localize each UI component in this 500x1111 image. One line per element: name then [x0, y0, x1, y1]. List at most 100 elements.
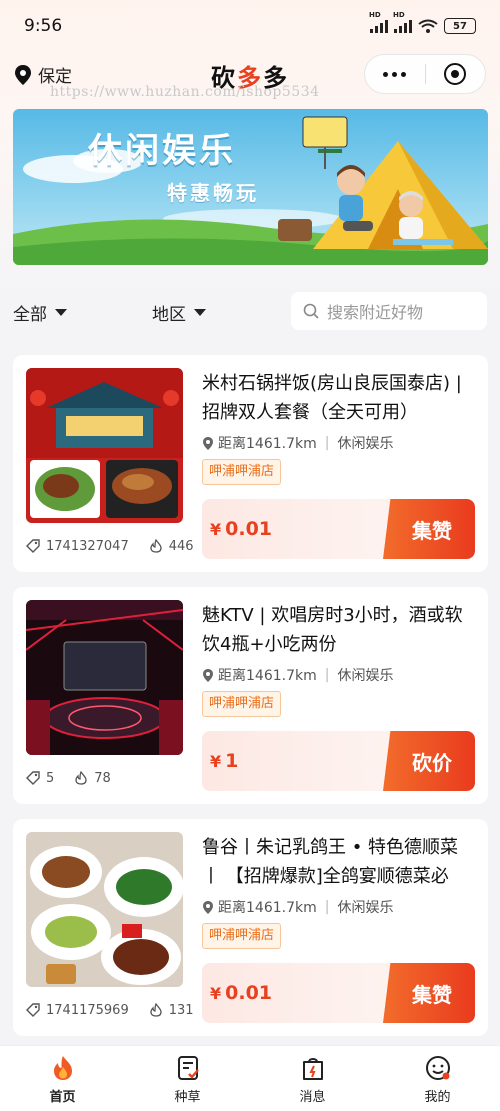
deal-card[interactable]: 鲁谷丨朱记乳鸽王 • 特色德顺菜 丨 【招牌爆款]全鸽宴顺德菜必 距离1461.…: [13, 819, 488, 1036]
wifi-icon: [418, 19, 438, 33]
deal-meta: 距离1461.7km | 休闲娱乐: [202, 433, 393, 453]
deal-category: 休闲娱乐: [337, 900, 394, 916]
signal-hd-label-2: HD: [393, 11, 405, 19]
stat-hot: 446: [149, 539, 194, 554]
bottom-tab-bar: 首页 种草 消息 我的: [0, 1045, 500, 1111]
stat-hot: 131: [149, 1003, 194, 1018]
location-pin-icon: [203, 668, 213, 682]
price-tag-icon: [26, 771, 40, 785]
target-circle-icon: [444, 63, 467, 85]
deal-price: ¥0.01: [210, 963, 272, 1023]
stat-hot-value: 131: [168, 1002, 194, 1018]
search-box[interactable]: 搜索附近好物: [291, 292, 487, 330]
status-icons: HD HD 57: [369, 11, 476, 34]
meta-divider: |: [324, 667, 330, 683]
price-tag-icon: [26, 539, 40, 553]
filter-bar: 全部 地区 搜索附近好物: [0, 290, 500, 334]
store-tag[interactable]: 呷浦呷浦店: [202, 923, 282, 949]
bargain-button[interactable]: 砍价: [383, 731, 475, 791]
collect-likes-button[interactable]: 集赞: [383, 499, 475, 559]
deal-card[interactable]: 魅KTV | 欢唱房时3小时，酒或软饮4瓶+小吃两份 距离1461.7km | …: [13, 587, 488, 804]
collect-likes-button[interactable]: 集赞: [383, 963, 475, 1023]
miniapp-capsule: [364, 54, 486, 94]
deal-price: ¥1: [210, 731, 238, 791]
filter-all-label: 全部: [13, 305, 47, 325]
store-tag[interactable]: 呷浦呷浦店: [202, 691, 282, 717]
signal-icon: HD: [369, 11, 388, 33]
more-button[interactable]: [365, 55, 425, 93]
deal-thumbnail: [26, 368, 183, 523]
banner-subtitle: 特惠畅玩: [167, 181, 259, 205]
stat-tag: 1741175969: [26, 1003, 129, 1018]
price-tag-icon: [26, 1003, 40, 1017]
ktv-photo: [26, 600, 183, 755]
tab-messages[interactable]: 消息: [250, 1046, 375, 1111]
tab-messages-label: 消息: [299, 1090, 326, 1105]
currency-symbol: ¥: [210, 752, 222, 771]
price-bar: ¥0.01 集赞: [202, 499, 475, 559]
deal-distance: 距离1461.7km: [218, 436, 317, 452]
stat-tag: 5: [26, 771, 54, 786]
more-dots-icon: [383, 71, 407, 77]
deal-price-value: 0.01: [225, 518, 273, 540]
deal-price-value: 1: [225, 750, 239, 772]
location-pin-icon: [203, 900, 213, 914]
filter-all-dropdown[interactable]: 全部: [13, 300, 67, 325]
stat-tag-value: 1741327047: [46, 538, 129, 554]
note-check-icon: [177, 1056, 199, 1080]
currency-symbol: ¥: [210, 520, 222, 539]
stat-hot-value: 446: [168, 538, 194, 554]
deal-card[interactable]: 米村石锅拌饭(房山良辰国泰店) | 招牌双人套餐（全天可用） 距离1461.7k…: [13, 355, 488, 572]
deal-title: 魅KTV | 欢唱房时3小时，酒或软饮4瓶+小吃两份: [202, 605, 463, 655]
deal-title: 米村石锅拌饭(房山良辰国泰店) | 招牌双人套餐（全天可用）: [202, 373, 462, 423]
stat-tag: 1741327047: [26, 539, 129, 554]
deal-meta: 距离1461.7km | 休闲娱乐: [202, 897, 393, 917]
filter-region-label: 地区: [152, 305, 186, 325]
restaurant-photo: [26, 368, 183, 523]
signal-icon-2: HD: [393, 11, 412, 33]
tab-grass[interactable]: 种草: [125, 1046, 250, 1111]
tab-profile[interactable]: 我的: [375, 1046, 500, 1111]
deal-meta: 距离1461.7km | 休闲娱乐: [202, 665, 393, 685]
store-tag[interactable]: 呷浦呷浦店: [202, 459, 282, 485]
filter-region-dropdown[interactable]: 地区: [152, 300, 206, 325]
deal-thumbnail: [26, 600, 183, 755]
caret-down-icon: [55, 309, 67, 316]
flame-icon: [75, 771, 87, 785]
search-icon: [303, 303, 319, 319]
dishes-photo: [26, 832, 183, 987]
deal-category: 休闲娱乐: [337, 668, 394, 684]
deal-price: ¥0.01: [210, 499, 272, 559]
home-flame-icon: [53, 1056, 72, 1080]
deal-stats: 1741175969 131: [26, 998, 196, 1022]
caret-down-icon: [194, 309, 206, 316]
deal-category: 休闲娱乐: [337, 436, 394, 452]
smile-face-icon: [425, 1056, 450, 1080]
deal-distance: 距离1461.7km: [218, 668, 317, 684]
tab-profile-label: 我的: [424, 1090, 451, 1105]
tab-home-label: 首页: [49, 1090, 76, 1105]
close-miniapp-button[interactable]: [426, 55, 486, 93]
price-bar: ¥1 砍价: [202, 731, 475, 791]
stat-tag-value: 1741175969: [46, 1002, 129, 1018]
stat-hot: 78: [74, 771, 111, 786]
signal-hd-label: HD: [369, 11, 381, 19]
stat-hot-value: 78: [94, 770, 111, 786]
price-bar: ¥0.01 集赞: [202, 963, 475, 1023]
status-bar: 9:56 HD HD 57: [0, 0, 500, 52]
flame-icon: [150, 539, 162, 553]
tab-home[interactable]: 首页: [0, 1046, 125, 1111]
location-pin-icon: [203, 436, 213, 450]
deal-distance: 距离1461.7km: [218, 900, 317, 916]
status-time: 9:56: [24, 16, 63, 36]
search-placeholder: 搜索附近好物: [327, 303, 424, 322]
meta-divider: |: [324, 899, 330, 915]
deal-price-value: 0.01: [225, 982, 273, 1004]
watermark-text: https://www.huzhan.com/ishop5534: [50, 84, 320, 100]
banner-title: 休闲娱乐: [88, 131, 236, 171]
promo-banner[interactable]: 休闲娱乐 特惠畅玩: [13, 109, 488, 265]
deal-title: 鲁谷丨朱记乳鸽王 • 特色德顺菜 丨 【招牌爆款]全鸽宴顺德菜必: [202, 837, 459, 887]
stat-tag-value: 5: [46, 770, 55, 786]
deal-thumbnail: [26, 832, 183, 987]
meta-divider: |: [324, 435, 330, 451]
